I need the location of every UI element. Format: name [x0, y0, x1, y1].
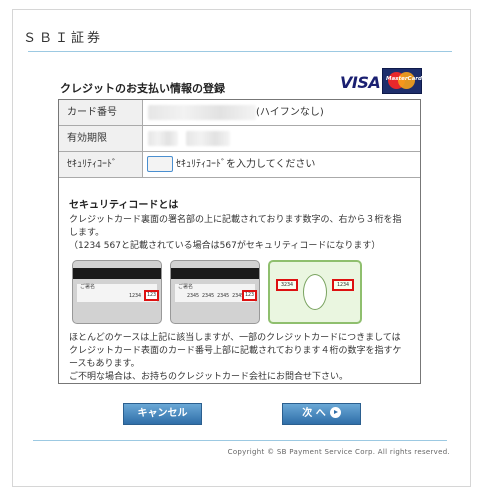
card2-code-box: 123	[242, 290, 257, 301]
next-button[interactable]: 次 へ	[282, 403, 361, 425]
security-note-line2: クレジットカード表面のカード番号上部に記載されております４桁の数字を指すケ	[69, 346, 402, 356]
mastercard-logo: MasterCard	[382, 68, 422, 94]
card-back-image-2: ご署名 2345 2345 2345 2345 123	[170, 260, 260, 324]
card1-code-box: 123	[144, 290, 159, 301]
label-expiry: 有効期限	[59, 126, 143, 151]
security-desc-line2: します。	[69, 228, 105, 238]
card-number-input[interactable]	[148, 105, 256, 120]
row-card-number: カード番号 (ハイフンなし)	[59, 100, 420, 126]
card-back-image-1: ご署名 1234 123	[72, 260, 162, 324]
security-code-input[interactable]	[147, 156, 173, 172]
security-note-line4: ご不明な場合は、お持ちのクレジットカード会社にお問合せ下さい。	[69, 372, 349, 382]
footer-divider	[33, 440, 447, 441]
row-expiry: 有効期限	[59, 126, 420, 152]
brand-title: ＳＢＩ証券	[23, 31, 104, 46]
security-code-title: セキュリティコードとは	[69, 200, 179, 211]
payment-form-table: カード番号 (ハイフンなし) 有効期限 ｾｷｭﾘﾃｨｺｰﾄﾞ ｾｷｭﾘﾃｨｺｰﾄ…	[58, 99, 421, 384]
row-security-code: ｾｷｭﾘﾃｨｺｰﾄﾞ ｾｷｭﾘﾃｨｺｰﾄﾞを入力してください	[59, 152, 420, 178]
security-note-line3: ースもあります。	[69, 359, 140, 369]
copyright: Copyright © SB Payment Service Corp. All…	[227, 448, 450, 456]
visa-logo: VISA	[340, 73, 381, 92]
card-number-note: (ハイフンなし)	[256, 107, 324, 118]
card3-emblem	[303, 274, 327, 310]
expiry-month-select[interactable]	[148, 131, 178, 146]
security-desc-line3: （1234 567と記載されている場合は567がセキュリティコードになります）	[69, 241, 381, 251]
next-button-label: 次 へ	[302, 408, 326, 419]
mastercard-logo-text: MasterCard	[386, 76, 422, 82]
card3-right-code: 1234	[332, 279, 354, 291]
header-divider	[28, 51, 452, 52]
card2-number: 2345 2345 2345 2345	[187, 293, 245, 299]
label-card-number: カード番号	[59, 100, 143, 125]
form-title: クレジットのお支払い情報の登録	[60, 82, 225, 95]
security-desc-line1: クレジットカード裏面の署名部の上に記載されております数字の、右から３桁を指	[69, 215, 402, 225]
card1-sig-label: ご署名	[80, 284, 96, 290]
card3-left-code: 3234	[276, 279, 298, 291]
card1-number: 1234	[129, 293, 142, 299]
expiry-year-select[interactable]	[186, 131, 230, 146]
label-security-code: ｾｷｭﾘﾃｨｺｰﾄﾞ	[59, 152, 143, 177]
card-front-image: 3234 1234	[268, 260, 362, 324]
cancel-button[interactable]: キャンセル	[123, 403, 202, 425]
arrow-right-icon	[329, 406, 341, 418]
card2-sig-label: ご署名	[178, 284, 194, 290]
security-note-line1: ほとんどのケースは上記に該当しますが、一部のクレジットカードにつきましては	[69, 333, 401, 343]
security-code-note: ｾｷｭﾘﾃｨｺｰﾄﾞを入力してください	[176, 159, 316, 170]
